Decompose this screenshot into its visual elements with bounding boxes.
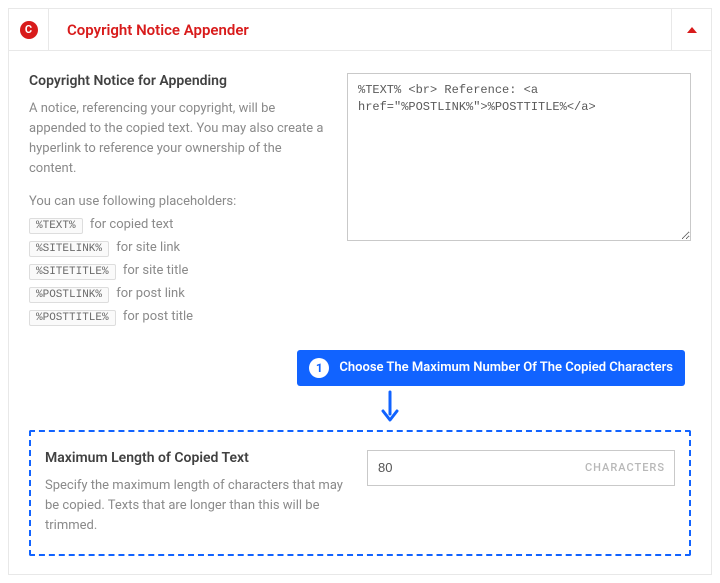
placeholder-row: %POSTLINK% for post link [29,286,329,303]
copyright-notice-section: Copyright Notice for Appending A notice,… [29,73,691,332]
collapse-toggle[interactable] [671,9,711,51]
placeholder-label: for post link [113,286,185,301]
notice-title: Copyright Notice for Appending [29,73,329,89]
placeholder-tag: %SITELINK% [29,241,109,257]
maxlen-title: Maximum Length of Copied Text [45,450,345,466]
maxlen-input-col: CHARACTERS [367,450,675,536]
arrow-indicator [29,390,691,424]
placeholder-tag: %SITETITLE% [29,264,116,280]
instruction-callout: 1 Choose The Maximum Number Of The Copie… [297,350,685,386]
notice-template-textarea[interactable] [347,73,691,241]
callout-text: Choose The Maximum Number Of The Copied … [339,360,673,375]
placeholder-tag: %TEXT% [29,218,83,234]
callout-step-number: 1 [309,358,329,378]
unit-label: CHARACTERS [585,450,665,486]
placeholder-label: for copied text [87,217,174,232]
notice-description-col: Copyright Notice for Appending A notice,… [29,73,329,332]
placeholder-tag: %POSTTITLE% [29,310,116,326]
panel-icon-box: C [9,9,49,51]
chevron-up-icon [687,27,697,33]
settings-panel: C Copyright Notice Appender Copyright No… [8,8,712,575]
placeholders-heading: You can use following placeholders: [29,194,329,209]
placeholder-list: %TEXT% for copied text %SITELINK% for sit… [29,217,329,326]
placeholder-row: %POSTTITLE% for post title [29,309,329,326]
notice-input-col [347,73,691,332]
placeholder-label: for site link [113,240,180,255]
copyright-icon: C [20,21,38,39]
arrow-down-icon [380,390,400,424]
placeholder-label: for site title [120,263,189,278]
callout-row: 1 Choose The Maximum Number Of The Copie… [29,350,691,386]
placeholder-tag: %POSTLINK% [29,287,109,303]
placeholder-row: %SITELINK% for site link [29,240,329,257]
maxlen-desc: Specify the maximum length of characters… [45,476,345,536]
placeholder-label: for post title [120,309,193,324]
placeholder-row: %TEXT% for copied text [29,217,329,234]
panel-header: C Copyright Notice Appender [9,9,711,51]
panel-title: Copyright Notice Appender [49,21,671,39]
max-length-section: Maximum Length of Copied Text Specify th… [29,430,691,556]
maxlen-description-col: Maximum Length of Copied Text Specify th… [45,450,345,536]
notice-desc: A notice, referencing your copyright, wi… [29,99,329,180]
placeholder-row: %SITETITLE% for site title [29,263,329,280]
panel-body: Copyright Notice for Appending A notice,… [9,51,711,574]
